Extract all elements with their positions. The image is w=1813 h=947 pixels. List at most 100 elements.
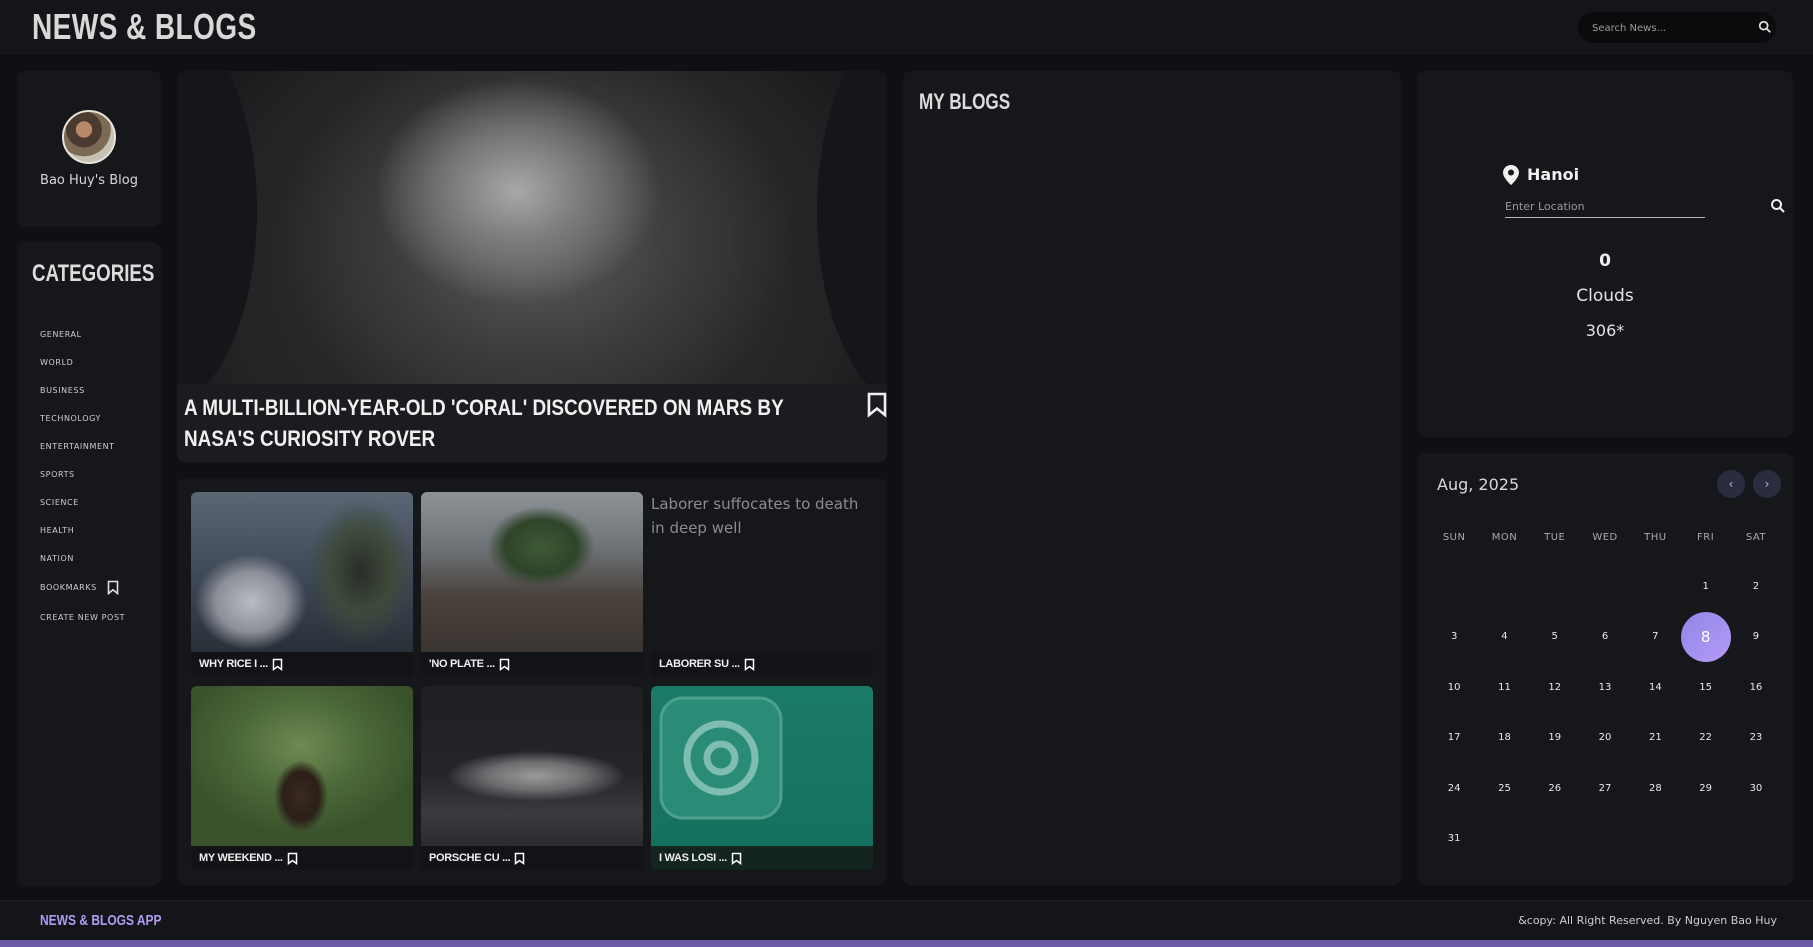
weather-city: Hanoi bbox=[1527, 165, 1580, 184]
bookmark-icon bbox=[107, 580, 119, 595]
bookmark-icon[interactable] bbox=[744, 658, 755, 671]
news-card[interactable]: PORSCHE CU ... bbox=[421, 686, 643, 870]
news-caption: LABORER SU ... bbox=[651, 652, 873, 676]
bookmark-icon[interactable] bbox=[287, 852, 298, 865]
news-card[interactable]: I WAS LOSI ... bbox=[651, 686, 873, 870]
calendar-day[interactable]: 25 bbox=[1479, 763, 1529, 814]
calendar-day[interactable]: 21 bbox=[1630, 713, 1680, 764]
news-card[interactable]: WHY RICE I ... bbox=[191, 492, 413, 676]
news-image bbox=[651, 686, 873, 846]
weather-description: Clouds bbox=[1576, 286, 1634, 306]
news-caption: MY WEEKEND ... bbox=[191, 846, 413, 870]
category-item[interactable]: WORLD bbox=[40, 348, 125, 376]
search-icon[interactable] bbox=[1758, 20, 1772, 34]
calendar-day[interactable]: 6 bbox=[1580, 612, 1630, 663]
calendar-day[interactable]: 23 bbox=[1731, 713, 1781, 764]
footer: NEWS & BLOGS APP &copy: All Right Reserv… bbox=[0, 900, 1813, 940]
calendar-day[interactable]: 4 bbox=[1479, 612, 1529, 663]
calendar-widget: Aug, 2025 ‹ › SUN MON TUE WED THU FRI SA… bbox=[1417, 453, 1793, 885]
calendar-day[interactable]: 11 bbox=[1479, 662, 1529, 713]
news-title: LABORER SU ... bbox=[659, 658, 740, 670]
news-caption: I WAS LOSI ... bbox=[651, 846, 873, 870]
news-image bbox=[191, 492, 413, 652]
category-item[interactable]: HEALTH bbox=[40, 516, 125, 544]
weather-widget: Hanoi 0 Clouds 306* bbox=[1417, 71, 1793, 437]
weather-temperature: 0 bbox=[1599, 251, 1611, 271]
calendar-day[interactable]: 20 bbox=[1580, 713, 1630, 764]
category-item[interactable]: GENERAL bbox=[40, 320, 125, 348]
bookmark-icon[interactable] bbox=[499, 658, 510, 671]
search-icon[interactable] bbox=[1770, 198, 1786, 214]
weekday-label: SUN bbox=[1442, 532, 1466, 543]
category-item[interactable]: BUSINESS bbox=[40, 376, 125, 404]
category-list: GENERAL WORLD BUSINESS TECHNOLOGY ENTERT… bbox=[40, 320, 125, 632]
calendar-day[interactable]: 10 bbox=[1429, 662, 1479, 713]
calendar-day[interactable]: 14 bbox=[1630, 662, 1680, 713]
featured-news[interactable]: A MULTI-BILLION-YEAR-OLD 'CORAL' DISCOVE… bbox=[177, 71, 887, 462]
openai-logo-icon bbox=[659, 696, 783, 820]
calendar-day[interactable]: 13 bbox=[1580, 662, 1630, 713]
bookmark-icon[interactable] bbox=[867, 392, 887, 418]
chevron-right-icon: › bbox=[1764, 477, 1770, 491]
footer-copyright: &copy: All Right Reserved. By Nguyen Bao… bbox=[1518, 914, 1777, 927]
calendar-day[interactable]: 26 bbox=[1530, 763, 1580, 814]
news-title: 'NO PLATE ... bbox=[429, 658, 495, 670]
footer-brand[interactable]: NEWS & BLOGS APP bbox=[40, 912, 162, 929]
calendar-day[interactable]: 28 bbox=[1630, 763, 1680, 814]
prev-month-button[interactable]: ‹ bbox=[1717, 470, 1745, 498]
category-item[interactable]: SCIENCE bbox=[40, 488, 125, 516]
calendar-day-today[interactable]: 8 bbox=[1680, 611, 1731, 663]
news-card[interactable]: 'NO PLATE ... bbox=[421, 492, 643, 676]
category-label: HEALTH bbox=[40, 525, 75, 535]
calendar-day[interactable]: 19 bbox=[1530, 713, 1580, 764]
weekday-label: WED bbox=[1592, 532, 1618, 543]
search-input[interactable] bbox=[1592, 19, 1742, 37]
calendar-day[interactable]: 30 bbox=[1731, 763, 1781, 814]
news-title: MY WEEKEND ... bbox=[199, 852, 283, 864]
calendar-day[interactable]: 12 bbox=[1530, 662, 1580, 713]
calendar-day[interactable]: 2 bbox=[1731, 561, 1781, 612]
calendar-day[interactable]: 22 bbox=[1680, 713, 1730, 764]
avatar[interactable] bbox=[62, 110, 116, 164]
news-card[interactable]: MY WEEKEND ... bbox=[191, 686, 413, 870]
calendar-day[interactable]: 15 bbox=[1680, 662, 1730, 713]
category-label: NATION bbox=[40, 553, 74, 563]
calendar-month-label: Aug, 2025 bbox=[1437, 475, 1520, 494]
app-logo[interactable]: NEWS & BLOGS bbox=[32, 6, 257, 48]
featured-news-title[interactable]: A MULTI-BILLION-YEAR-OLD 'CORAL' DISCOVE… bbox=[184, 392, 855, 454]
news-caption: 'NO PLATE ... bbox=[421, 652, 643, 676]
profile-name[interactable]: Bao Huy's Blog bbox=[17, 173, 161, 188]
calendar-day[interactable]: 17 bbox=[1429, 713, 1479, 764]
weekday-label: FRI bbox=[1697, 532, 1715, 543]
bookmark-icon[interactable] bbox=[514, 852, 525, 865]
calendar-day[interactable]: 18 bbox=[1479, 713, 1529, 764]
calendar-day[interactable]: 24 bbox=[1429, 763, 1479, 814]
calendar-day[interactable]: 27 bbox=[1580, 763, 1630, 814]
category-item[interactable]: TECHNOLOGY bbox=[40, 404, 125, 432]
category-item[interactable]: SPORTS bbox=[40, 460, 125, 488]
weekday-label: MON bbox=[1491, 532, 1518, 543]
calendar-day[interactable]: 16 bbox=[1731, 662, 1781, 713]
calendar-day[interactable]: 5 bbox=[1530, 612, 1580, 663]
bookmark-icon[interactable] bbox=[731, 852, 742, 865]
location-input-wrap bbox=[1505, 196, 1785, 218]
news-card[interactable]: Laborer suffocates to death in deep well… bbox=[651, 492, 873, 676]
calendar-day[interactable]: 3 bbox=[1429, 612, 1479, 663]
next-month-button[interactable]: › bbox=[1753, 470, 1781, 498]
calendar-day[interactable]: 7 bbox=[1630, 612, 1680, 663]
category-item[interactable]: NATION bbox=[40, 544, 125, 572]
bookmark-icon[interactable] bbox=[272, 658, 283, 671]
news-image bbox=[421, 686, 643, 846]
calendar-day[interactable]: 29 bbox=[1680, 763, 1730, 814]
featured-news-caption: A MULTI-BILLION-YEAR-OLD 'CORAL' DISCOVE… bbox=[177, 384, 887, 462]
create-post-item[interactable]: CREATE NEW POST bbox=[40, 602, 125, 632]
calendar-day[interactable]: 9 bbox=[1731, 612, 1781, 663]
bookmarks-item[interactable]: BOOKMARKS bbox=[40, 572, 125, 602]
calendar-day[interactable]: 1 bbox=[1680, 561, 1730, 612]
location-input[interactable] bbox=[1505, 196, 1675, 216]
news-title: PORSCHE CU ... bbox=[429, 852, 511, 864]
category-item[interactable]: ENTERTAINMENT bbox=[40, 432, 125, 460]
featured-news-image bbox=[177, 71, 887, 384]
calendar-day[interactable]: 31 bbox=[1429, 814, 1479, 865]
profile-card: Bao Huy's Blog bbox=[17, 71, 161, 227]
